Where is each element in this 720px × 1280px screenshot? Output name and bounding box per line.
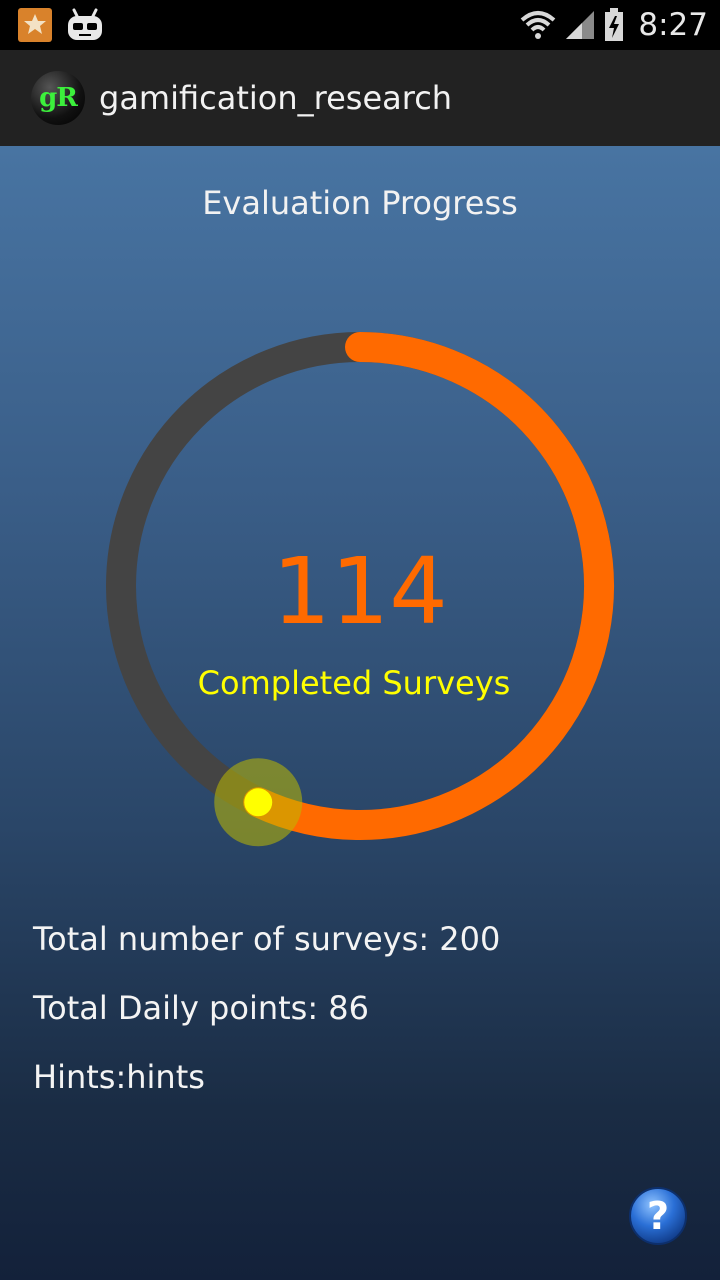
total-surveys-text: Total number of surveys: 200 [33, 920, 501, 958]
app-title: gamification_research [99, 79, 453, 117]
cyanogen-droid-icon [66, 8, 104, 42]
action-bar: gR gamification_research [0, 50, 720, 146]
app-logo[interactable]: gR [31, 71, 85, 125]
completed-count: 114 [272, 538, 448, 645]
hints-text: Hints:hints [33, 1058, 205, 1096]
progress-thumb [244, 788, 273, 817]
app-logo-text: gR [39, 83, 78, 113]
main-content: Evaluation Progress 114 Completed Survey… [0, 146, 720, 1280]
status-bar: 8:27 [0, 0, 720, 50]
help-icon[interactable]: ? [628, 1186, 688, 1246]
status-clock: 8:27 [638, 7, 708, 43]
signal-icon [566, 11, 595, 39]
wifi-icon [521, 11, 556, 39]
battery-icon [605, 8, 624, 41]
progress-ring [106, 332, 614, 847]
daily-points-text: Total Daily points: 86 [33, 989, 369, 1027]
app-notification-icon [18, 8, 52, 42]
completed-label: Completed Surveys [197, 664, 511, 702]
help-glyph: ? [647, 1194, 669, 1238]
